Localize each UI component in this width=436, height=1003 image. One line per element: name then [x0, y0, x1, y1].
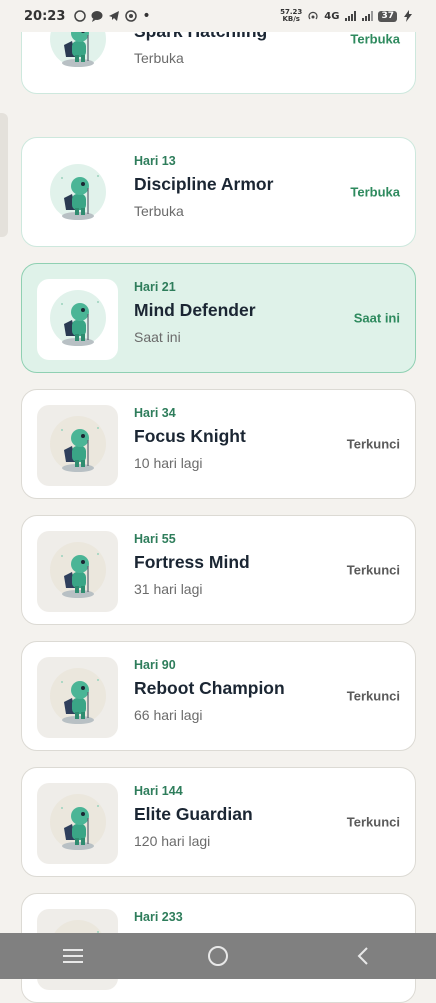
milestone-status: Terkunci	[346, 688, 400, 704]
network-type: 4G	[324, 10, 340, 22]
milestone-thumbnail	[37, 405, 118, 486]
mascot-icon	[49, 289, 106, 346]
milestone-status: Terkunci	[346, 814, 400, 830]
milestone-day: Hari 34	[134, 406, 176, 420]
milestone-day: Hari 13	[134, 154, 176, 168]
milestone-info: Hari 144 Elite Guardian 120 hari lagi	[134, 784, 253, 849]
milestone-thumbnail	[37, 657, 118, 738]
milestone-name: Focus Knight	[134, 426, 246, 446]
system-nav-bar	[0, 933, 436, 979]
mascot-icon	[49, 415, 106, 472]
milestone-name: Reboot Champion	[134, 678, 285, 698]
milestone-name: Discipline Armor	[134, 174, 274, 194]
milestone-name: Elite Guardian	[134, 804, 253, 824]
milestone-name: Mind Defender	[134, 300, 256, 320]
status-bar: 20:23 • 57.23 KB/s 4G 37	[0, 0, 436, 32]
milestone-subtitle: 66 hari lagi	[134, 707, 203, 723]
milestone-thumbnail	[37, 279, 118, 360]
milestone-subtitle: Terbuka	[134, 50, 184, 66]
home-circle-icon[interactable]	[198, 941, 238, 971]
milestone-day: Hari 144	[134, 784, 183, 798]
battery-icon: 37	[378, 10, 397, 22]
milestone-info: Hari 21 Mind Defender Saat ini	[134, 280, 256, 345]
milestone-status: Terbuka	[350, 184, 400, 200]
milestone-card[interactable]: Hari 90 Reboot Champion 66 hari lagi Ter…	[21, 641, 416, 751]
milestone-card[interactable]: Hari 13 Discipline Armor Terbuka Terbuka	[21, 137, 416, 247]
signal-icon-2	[362, 11, 374, 21]
milestone-day: Hari 55	[134, 532, 176, 546]
whatsapp-icon	[74, 10, 87, 22]
milestone-status: Saat ini	[353, 310, 400, 326]
milestone-subtitle: Terbuka	[134, 203, 184, 219]
milestone-info: Hari 13 Discipline Armor Terbuka	[134, 154, 273, 219]
milestone-subtitle: 120 hari lagi	[134, 833, 211, 849]
status-time: 20:23	[24, 8, 66, 24]
milestone-day: Hari 90	[134, 658, 176, 672]
signal-icon	[345, 11, 357, 21]
mascot-icon	[49, 163, 106, 220]
milestone-info: Hari 233	[134, 910, 183, 932]
milestone-card[interactable]: Hari 21 Mind Defender Saat ini Saat ini	[21, 263, 416, 373]
milestone-subtitle: Saat ini	[134, 329, 181, 345]
milestone-thumbnail	[37, 531, 118, 612]
more-dot-icon: •	[142, 8, 151, 24]
charging-icon	[404, 10, 412, 22]
milestone-day: Hari 233	[134, 910, 183, 924]
milestone-day: Hari 21	[134, 280, 176, 294]
milestone-status: Terkunci	[346, 562, 400, 578]
milestone-info: Hari 55 Fortress Mind 31 hari lagi	[134, 532, 250, 597]
hotspot-icon	[308, 11, 318, 20]
app-icon	[125, 10, 138, 22]
milestone-card[interactable]: Hari 55 Fortress Mind 31 hari lagi Terku…	[21, 515, 416, 625]
edge-panel-handle[interactable]	[0, 113, 8, 237]
milestone-info: Hari 90 Reboot Champion 66 hari lagi	[134, 658, 285, 723]
milestone-status: Terbuka	[350, 31, 400, 47]
back-chevron-icon[interactable]	[343, 941, 383, 971]
message-icon	[91, 11, 103, 22]
milestone-name: Fortress Mind	[134, 552, 250, 572]
mascot-icon	[49, 541, 106, 598]
telegram-icon	[109, 11, 120, 21]
milestone-info: Hari 34 Focus Knight 10 hari lagi	[134, 406, 246, 471]
milestone-subtitle: 10 hari lagi	[134, 455, 203, 471]
milestone-thumbnail	[37, 153, 118, 234]
net-speed: 57.23 KB/s	[280, 8, 303, 23]
menu-icon[interactable]	[53, 941, 93, 971]
mascot-icon	[49, 667, 106, 724]
milestone-thumbnail	[37, 783, 118, 864]
milestone-status: Terkunci	[346, 436, 400, 452]
milestone-card[interactable]: Hari 144 Elite Guardian 120 hari lagi Te…	[21, 767, 416, 877]
milestone-card[interactable]: Hari 34 Focus Knight 10 hari lagi Terkun…	[21, 389, 416, 499]
mascot-icon	[49, 793, 106, 850]
milestone-subtitle: 31 hari lagi	[134, 581, 203, 597]
